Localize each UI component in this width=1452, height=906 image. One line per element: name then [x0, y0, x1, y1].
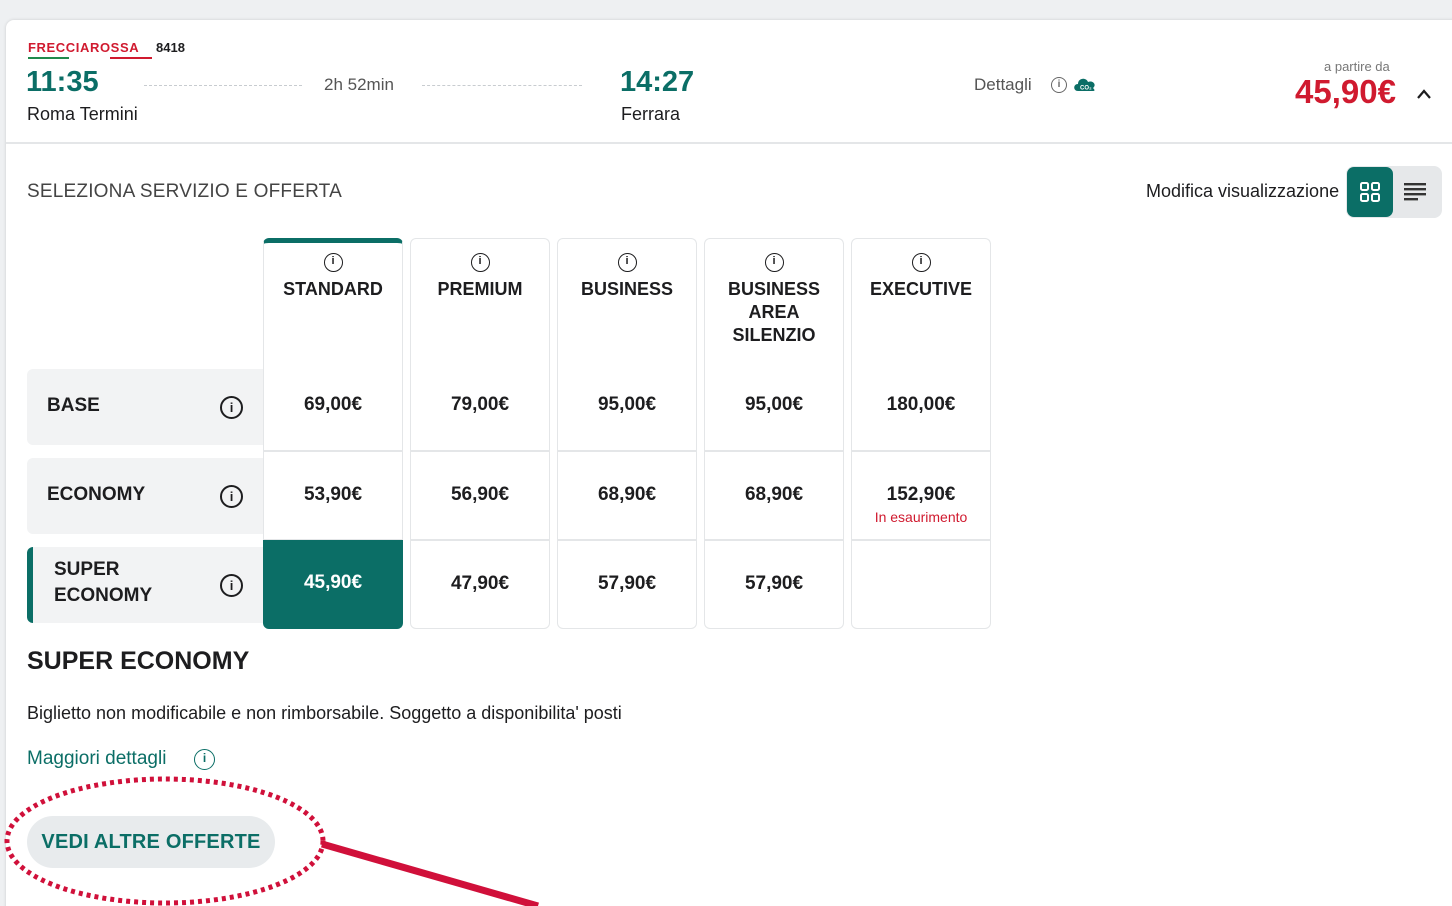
from-price-label: a partire da [1324, 59, 1390, 74]
service-label: EXECUTIVE [869, 279, 973, 299]
offer-row-base[interactable]: BASE i [27, 369, 263, 445]
price-cell[interactable]: 47,90€ [410, 540, 550, 629]
brand-tricolor-underline [28, 57, 152, 59]
train-summary-header[interactable]: FRECCIAROSSA 8418 11:35 Roma Termini 2h … [6, 20, 1452, 144]
service-business[interactable]: i BUSINESS [557, 238, 697, 362]
from-price: 45,90€ [1295, 73, 1396, 110]
info-icon[interactable]: i [194, 749, 215, 770]
co2-cloud-icon[interactable]: CO₂ [1072, 74, 1098, 94]
info-icon[interactable]: i [220, 396, 243, 419]
view-mode-label: Modifica visualizzazione [1146, 181, 1340, 201]
price-cell[interactable]: 152,90€ In esaurimento [851, 451, 991, 540]
price: 95,00€ [597, 394, 657, 415]
price: 180,00€ [886, 394, 956, 415]
grid-view-button[interactable] [1347, 167, 1393, 217]
service-business-area-silenzio[interactable]: i BUSINESS AREA SILENZIO [704, 238, 844, 362]
trip-duration: 2h 52min [324, 75, 394, 94]
view-mode-toggle [1346, 166, 1442, 218]
info-icon[interactable]: i [323, 253, 343, 272]
list-view-icon[interactable] [1402, 180, 1428, 202]
offer-row-super-economy[interactable]: SUPER ECONOMY i [27, 547, 263, 623]
service-premium[interactable]: i PREMIUM [410, 238, 550, 362]
info-icon[interactable]: i [220, 574, 243, 597]
chevron-up-icon[interactable] [1416, 88, 1432, 100]
train-brand-logo: FRECCIAROSSA [28, 40, 140, 55]
selected-offer-description: Biglietto non modificabile e non rimbors… [27, 703, 622, 723]
offer-label: SUPER ECONOMY [54, 559, 153, 606]
annotation-arrow [321, 840, 539, 906]
route-dash-right [422, 85, 582, 86]
price-cell[interactable]: 180,00€ [851, 362, 991, 451]
info-icon[interactable]: i [1051, 77, 1067, 93]
info-icon[interactable]: i [220, 485, 243, 508]
price: 57,90€ [744, 573, 804, 594]
offer-label: BASE [47, 395, 100, 416]
service-label: STANDARD [283, 279, 383, 299]
offer-row-economy[interactable]: ECONOMY i [27, 458, 263, 534]
info-icon[interactable]: i [911, 253, 931, 272]
price: 152,90€ [886, 484, 956, 505]
price-cell[interactable]: 95,00€ [557, 362, 697, 451]
price: 95,00€ [744, 394, 804, 415]
info-icon[interactable]: i [617, 253, 637, 272]
price-cell-empty [851, 540, 991, 629]
more-details-link[interactable]: Maggiori dettagli [27, 748, 166, 770]
departure-station: Roma Termini [27, 104, 138, 124]
price: 79,00€ [450, 394, 510, 415]
price: 53,90€ [303, 484, 363, 505]
price: 57,90€ [597, 573, 657, 594]
info-icon[interactable]: i [764, 253, 784, 272]
price-cell[interactable]: 57,90€ [704, 540, 844, 629]
co2-label: CO₂ [1080, 86, 1092, 92]
price-cell[interactable]: 79,00€ [410, 362, 550, 451]
price-cell[interactable]: 57,90€ [557, 540, 697, 629]
availability-warning: In esaurimento [874, 509, 968, 525]
selected-offer-title: SUPER ECONOMY [27, 647, 250, 675]
price-cell[interactable]: 56,90€ [410, 451, 550, 540]
service-standard[interactable]: i STANDARD [263, 238, 403, 362]
details-link[interactable]: Dettagli [974, 75, 1032, 95]
offer-label: ECONOMY [47, 484, 146, 505]
price-cell[interactable]: 68,90€ [704, 451, 844, 540]
price: 68,90€ [597, 484, 657, 505]
price-cell[interactable]: 95,00€ [704, 362, 844, 451]
price: 69,00€ [303, 394, 363, 415]
price: 68,90€ [744, 484, 804, 505]
service-label: BUSINESS AREA SILENZIO [727, 279, 821, 345]
price: 47,90€ [450, 573, 510, 594]
service-executive[interactable]: i EXECUTIVE [851, 238, 991, 362]
arrival-time: 14:27 [620, 66, 695, 98]
section-title: SELEZIONA SERVIZIO E OFFERTA [27, 181, 342, 202]
price-cell-selected[interactable]: 45,90€ [263, 540, 403, 629]
service-label: PREMIUM [437, 279, 523, 299]
service-label: BUSINESS [580, 279, 674, 299]
arrival-station: Ferrara [621, 104, 681, 124]
annotation-highlight-ellipse [4, 776, 326, 906]
info-icon[interactable]: i [470, 253, 490, 272]
price-cell[interactable]: 53,90€ [263, 451, 403, 540]
grid-icon [1360, 182, 1380, 202]
price: 56,90€ [450, 484, 510, 505]
departure-time: 11:35 [26, 66, 99, 98]
price: 45,90€ [303, 572, 363, 593]
price-cell[interactable]: 68,90€ [557, 451, 697, 540]
price-cell[interactable]: 69,00€ [263, 362, 403, 451]
train-number: 8418 [156, 40, 185, 55]
route-dash-left [144, 85, 302, 86]
